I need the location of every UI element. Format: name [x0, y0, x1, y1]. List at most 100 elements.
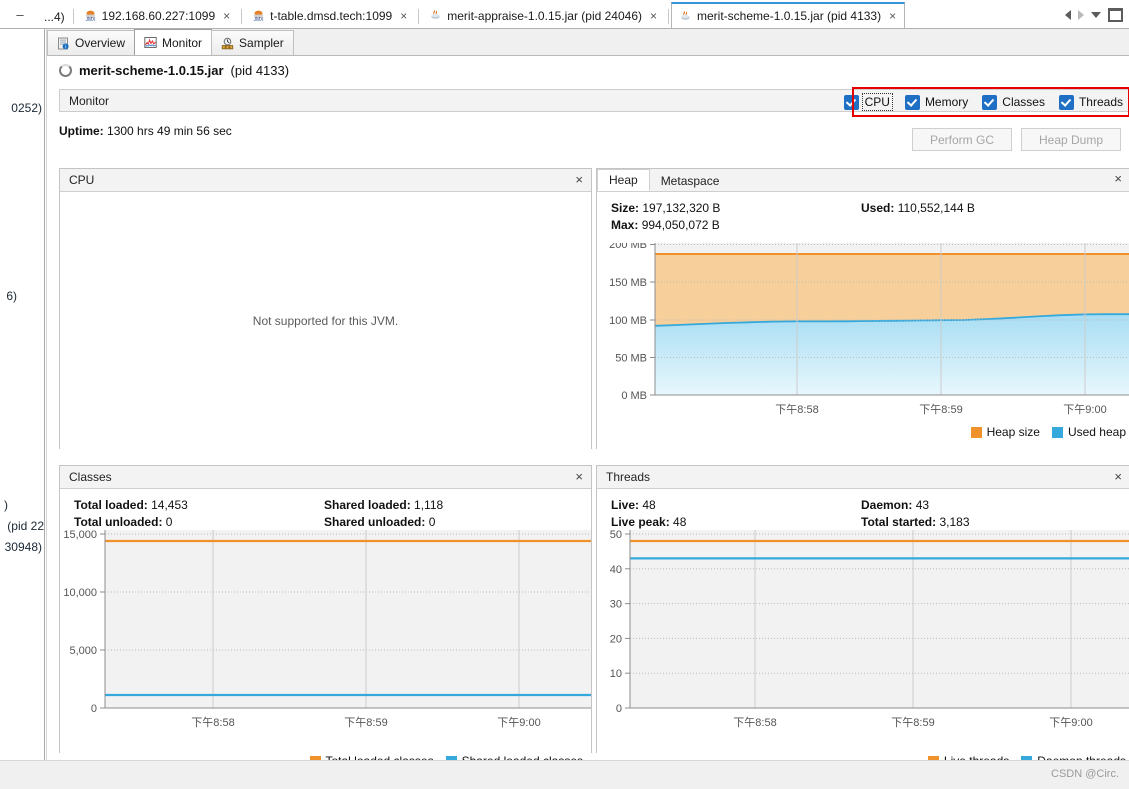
- svg-text:下午8:58: 下午8:58: [733, 716, 776, 729]
- svg-text:100 MB: 100 MB: [609, 315, 647, 327]
- checkbox-label: Classes: [1002, 95, 1045, 109]
- sidebar-fragment[interactable]: ): [4, 498, 8, 512]
- threads-panel-body: Live: 48 Daemon: 43 Live peak: 48 Total …: [597, 489, 1129, 768]
- tab-jmx-192-168-60-227[interactable]: JMX 192.168.60.227:1099 ×: [76, 2, 239, 29]
- subtab-heap[interactable]: Heap: [597, 169, 650, 191]
- heap-stat-row: Max: 994,050,072 B: [611, 217, 1129, 234]
- svg-text:下午8:59: 下午8:59: [344, 716, 387, 729]
- tab-sampler[interactable]: Sampler: [211, 30, 294, 55]
- heap-max-value: 994,050,072 B: [641, 218, 720, 232]
- heap-max-label: Max:: [611, 218, 639, 232]
- jmx-icon: JMX: [84, 9, 97, 22]
- daemon-label: Daemon:: [861, 498, 913, 512]
- shared-loaded-label: Shared loaded:: [324, 498, 411, 512]
- svg-text:下午8:59: 下午8:59: [891, 716, 934, 729]
- tab-overview[interactable]: i Overview: [47, 30, 136, 55]
- threads-stats: Live: 48 Daemon: 43 Live peak: 48 Total …: [597, 489, 1129, 531]
- tab-merit-appraise[interactable]: merit-appraise-1.0.15.jar (pid 24046) ×: [421, 2, 666, 29]
- checkbox-memory[interactable]: Memory: [904, 94, 968, 110]
- close-icon[interactable]: ×: [575, 171, 583, 188]
- minimize-label: –: [16, 7, 24, 22]
- window-restore-icon[interactable]: [1108, 7, 1123, 22]
- sidebar-fragment[interactable]: 0252): [11, 101, 42, 115]
- svg-text:下午8:58: 下午8:58: [191, 716, 234, 729]
- threads-stat-row: Live peak: 48 Total started: 3,183: [611, 514, 1129, 531]
- checkbox-box[interactable]: [1058, 94, 1074, 110]
- heap-size-label: Size:: [611, 201, 640, 215]
- total-unloaded-label: Total unloaded:: [74, 515, 163, 529]
- cpu-panel-title: CPU: [69, 173, 95, 187]
- tab-close-icon[interactable]: ×: [889, 9, 896, 23]
- live-peak-stat: Live peak: 48: [611, 514, 861, 531]
- checkbox-threads[interactable]: Threads: [1058, 94, 1123, 110]
- svg-text:5,000: 5,000: [69, 645, 97, 657]
- applications-sidebar[interactable]: 0252) 6) ) (pid 22 30948): [0, 29, 44, 760]
- shared-loaded-value: 1,118: [414, 498, 444, 512]
- live-peak-value: 48: [673, 515, 687, 529]
- shared-loaded-stat: Shared loaded: 1,118: [324, 497, 443, 514]
- tab-close-icon[interactable]: ×: [650, 9, 657, 23]
- svg-text:50: 50: [610, 530, 622, 541]
- daemon-value: 43: [915, 498, 930, 512]
- heap-stat-row: Size: 197,132,320 B Used: 110,552,144 B: [611, 200, 1129, 217]
- checkbox-box[interactable]: [904, 94, 920, 110]
- heap-dump-button[interactable]: Heap Dump: [1021, 128, 1121, 151]
- total-loaded-stat: Total loaded: 14,453: [74, 497, 324, 514]
- view-tab-label: Monitor: [162, 35, 203, 50]
- cpu-panel-header: CPU ×: [60, 169, 591, 192]
- classes-chart[interactable]: 15,000 10,000 5,000 0 下午8:58 下午8:59 下午9:…: [60, 530, 591, 752]
- tab-close-icon[interactable]: ×: [400, 9, 407, 23]
- uptime-row: Uptime: 1300 hrs 49 min 56 sec: [59, 124, 232, 138]
- live-peak-label: Live peak:: [611, 515, 670, 529]
- sampler-icon: [221, 37, 234, 50]
- legend-swatch-icon: [970, 426, 982, 438]
- svg-text:下午9:00: 下午9:00: [1063, 403, 1106, 416]
- svg-text:JMX: JMX: [254, 17, 265, 22]
- java-icon: [679, 10, 692, 23]
- legend-used-heap[interactable]: Used heap: [1051, 425, 1126, 439]
- chevron-down-icon[interactable]: [1091, 11, 1101, 18]
- arrow-right-icon[interactable]: [1078, 9, 1084, 20]
- heap-chart[interactable]: 200 MB 150 MB 100 MB 50 MB 0 MB 下午8:58 下…: [597, 243, 1129, 423]
- checkbox-box[interactable]: [843, 94, 859, 110]
- tab-monitor[interactable]: Monitor: [134, 29, 213, 55]
- legend-heap-size[interactable]: Heap size: [970, 425, 1040, 439]
- threads-chart[interactable]: 50 40 30 20 10 0 下午8:58 下午8:59 下午9:00: [597, 530, 1129, 752]
- svg-text:20: 20: [610, 633, 622, 645]
- perform-gc-button[interactable]: Perform GC: [912, 128, 1012, 151]
- checkbox-label: CPU: [861, 93, 893, 111]
- total-started-stat: Total started: 3,183: [861, 514, 970, 531]
- overview-icon: i: [57, 37, 70, 50]
- java-icon: [429, 9, 442, 22]
- close-icon[interactable]: ×: [1114, 171, 1122, 186]
- monitor-chart-icon: [144, 36, 157, 49]
- sidebar-splitter[interactable]: [44, 29, 45, 760]
- svg-text:下午9:00: 下午9:00: [497, 716, 540, 729]
- heap-legend: Heap size Used heap: [970, 425, 1126, 439]
- tab-separator: [668, 9, 670, 24]
- cpu-not-supported-message: Not supported for this JVM.: [252, 313, 399, 328]
- tab-overflow-label[interactable]: ...4): [40, 4, 71, 29]
- tab-merit-scheme[interactable]: merit-scheme-1.0.15.jar (pid 4133) ×: [671, 2, 906, 29]
- sidebar-fragment[interactable]: (pid 22: [7, 519, 44, 533]
- svg-text:下午8:58: 下午8:58: [775, 403, 818, 416]
- close-icon[interactable]: ×: [575, 468, 583, 485]
- tab-close-icon[interactable]: ×: [223, 9, 230, 23]
- memory-panel: Heap Metaspace × Size: 197,132,320 B Use…: [596, 168, 1129, 449]
- checkbox-classes[interactable]: Classes: [982, 94, 1045, 110]
- checkbox-cpu[interactable]: CPU: [843, 93, 893, 111]
- checkbox-box[interactable]: [982, 94, 998, 110]
- threads-panel-header: Threads ×: [597, 466, 1129, 489]
- classes-panel-title: Classes: [69, 470, 112, 484]
- close-icon[interactable]: ×: [1114, 468, 1122, 485]
- svg-text:10,000: 10,000: [63, 587, 97, 599]
- arrow-left-icon[interactable]: [1065, 9, 1071, 20]
- tab-jmx-t-table-dmsd-tech[interactable]: JMX t-table.dmsd.tech:1099 ×: [244, 2, 416, 29]
- live-value: 48: [642, 498, 656, 512]
- subtab-metaspace[interactable]: Metaspace: [650, 170, 731, 191]
- action-buttons: Perform GC Heap Dump: [912, 128, 1121, 151]
- minimize-button[interactable]: –: [0, 0, 40, 29]
- classes-panel-header: Classes ×: [60, 466, 591, 489]
- sidebar-fragment[interactable]: 6): [6, 289, 17, 303]
- sidebar-fragment[interactable]: 30948): [5, 540, 42, 554]
